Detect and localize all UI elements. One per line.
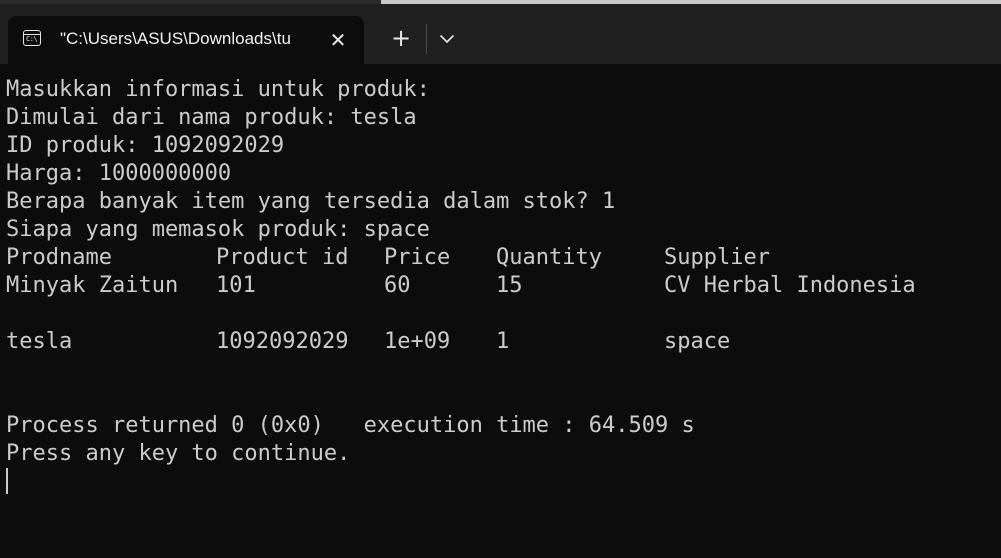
header-quantity: Quantity bbox=[496, 245, 602, 270]
prompt-line: ID produk: 1092092029 bbox=[6, 133, 285, 158]
title-strip-highlight bbox=[381, 0, 1001, 4]
console-icon: C:\ bbox=[23, 30, 41, 46]
cell-supplier: space bbox=[664, 329, 731, 354]
tab-separator bbox=[426, 24, 427, 54]
tab-title: "C:\Users\ASUS\Downloads\tu bbox=[60, 29, 291, 48]
cell-prodname: Minyak Zaitun bbox=[6, 273, 179, 298]
prompt-line: Berapa banyak item yang tersedia dalam s… bbox=[6, 189, 616, 214]
cell-quantity: 1 bbox=[496, 329, 510, 354]
close-icon[interactable]: ✕ bbox=[326, 28, 350, 52]
process-status-line: Process returned 0 (0x0) execution time … bbox=[6, 413, 695, 438]
console-icon-text: C:\ bbox=[26, 35, 38, 43]
cell-price: 1e+09 bbox=[384, 329, 451, 354]
table-row: Minyak Zaitun 101 60 15 CV Herbal Indone… bbox=[6, 272, 996, 300]
tab-bar: C:\ "C:\Users\ASUS\Downloads\tu ✕ + bbox=[0, 0, 1001, 64]
header-supplier: Supplier bbox=[664, 245, 770, 270]
table-header-row: Prodname Product id Price Quantity Suppl… bbox=[6, 244, 996, 272]
header-prodname: Prodname bbox=[6, 245, 112, 270]
continue-prompt-line: Press any key to continue. bbox=[6, 441, 351, 466]
plus-icon[interactable]: + bbox=[384, 24, 418, 54]
table-row: tesla 1092092029 1e+09 1 space bbox=[6, 328, 996, 356]
prompt-line: Dimulai dari nama produk: tesla bbox=[6, 105, 417, 130]
prompt-line: Harga: 1000000000 bbox=[6, 161, 232, 186]
cell-prodname: tesla bbox=[6, 329, 73, 354]
terminal-window: C:\ "C:\Users\ASUS\Downloads\tu ✕ + Masu… bbox=[0, 0, 1001, 558]
title-strip bbox=[0, 0, 1001, 4]
header-product-id: Product id bbox=[216, 245, 349, 270]
text-cursor bbox=[6, 468, 8, 494]
chevron-down-icon[interactable] bbox=[434, 24, 460, 54]
cell-product-id: 1092092029 bbox=[216, 329, 349, 354]
cell-product-id: 101 bbox=[216, 273, 256, 298]
tab-active[interactable]: C:\ "C:\Users\ASUS\Downloads\tu ✕ bbox=[8, 16, 364, 64]
cell-quantity: 15 bbox=[496, 273, 523, 298]
prompt-line: Masukkan informasi untuk produk: bbox=[6, 77, 430, 102]
cell-supplier: CV Herbal Indonesia bbox=[664, 273, 916, 298]
cell-price: 60 bbox=[384, 273, 411, 298]
header-price: Price bbox=[384, 245, 451, 270]
console-output[interactable]: Masukkan informasi untuk produk: Dimulai… bbox=[0, 64, 1001, 558]
prompt-line: Siapa yang memasok produk: space bbox=[6, 217, 430, 242]
